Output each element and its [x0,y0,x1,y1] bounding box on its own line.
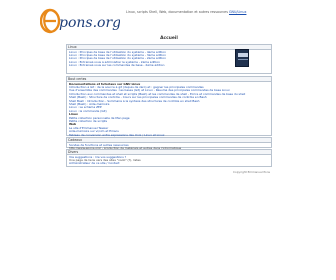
section-linux: Linux Linux : Principes de base de l'uti… [66,44,272,74]
tagline-text: Linux, scripts Shell, Web, documentation… [126,10,228,14]
page-title: Accueil [160,36,178,41]
section-divers: Divers Vos suggestions : lire vos sugges… [66,149,272,167]
section-documentation: Bout certes Documentations et tutoriaux … [66,76,272,139]
book-cover-icon[interactable] [235,49,249,67]
site-tagline: Linux, scripts Shell, Web, documentation… [126,10,246,14]
footer-copyright: Copyright Emmanuel Pons [233,170,270,174]
epons-logo[interactable]: pons.org [40,6,120,34]
section-body: Vos suggestions : lire vos suggestions ?… [67,155,271,167]
section-cadeaux: Cadeaux Sondes de fonctions et autres re… [66,137,272,150]
title-bar: Accueil [66,36,272,41]
tagline-link[interactable]: GNU/Linux [229,10,246,14]
logo-text: pons.org [59,15,120,31]
section-body: Documentations et tutoriaux sur GNU Linu… [67,82,271,139]
content-link[interactable]: Administrateur de ce site / Contact [69,162,269,165]
site-header: pons.org Linux, scripts Shell, Web, docu… [0,0,336,38]
